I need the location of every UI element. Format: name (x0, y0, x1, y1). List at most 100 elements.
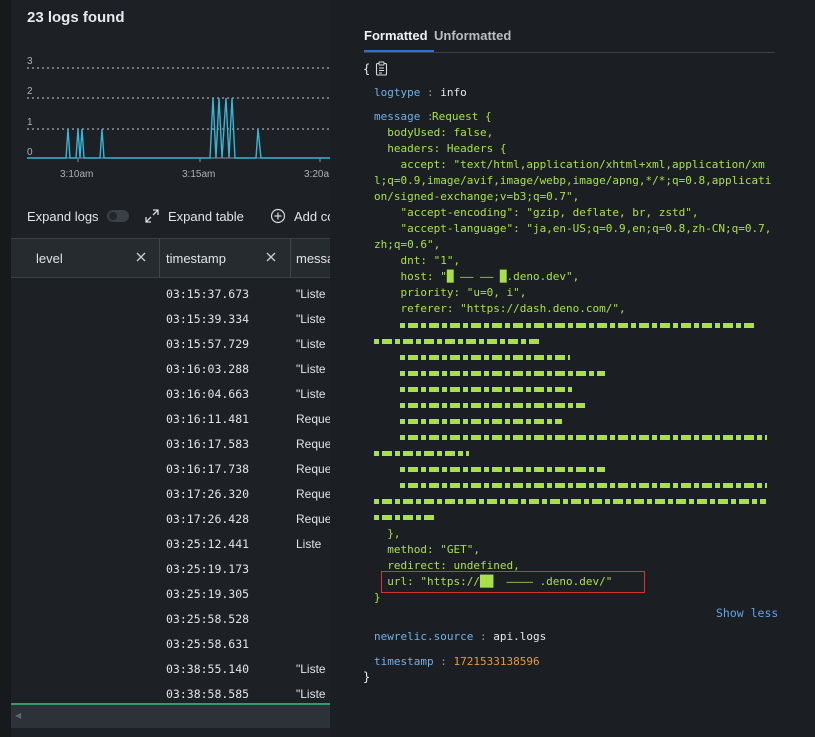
redacted-header (400, 419, 562, 424)
logtype-key: logtype (374, 86, 421, 99)
column-header-label: level (36, 250, 63, 266)
table-row[interactable]: 03:25:58.528 (11, 607, 330, 632)
url-highlight-box (381, 571, 645, 593)
message-cell: Reque (296, 462, 330, 476)
add-column-label: Add co (294, 208, 330, 224)
redacted-header (400, 467, 605, 472)
timestamp-cell: 03:15:57.729 (166, 337, 250, 351)
logs-count-title: 23 logs found (27, 9, 125, 26)
message-line: accept: "text/html,application/xhtml+xml… (374, 158, 765, 171)
redacted-header (374, 515, 434, 520)
expand-logs-label: Expand logs (27, 208, 99, 224)
message-cell: Reque (296, 437, 330, 451)
message-line: headers: Headers { (374, 142, 507, 155)
table-row[interactable]: 03:16:17.583 Reque (11, 432, 330, 457)
message-line: on/signed-exchange;v=b3;q=0.7", (374, 190, 580, 203)
timestamp-field: timestamp : 1721533138596 (374, 655, 540, 668)
timestamp-cell: 03:25:19.305 (166, 587, 250, 601)
plus-circle-icon (270, 208, 286, 224)
message-line: "accept-language": "ja,en-US;q=0.9,en;q=… (374, 222, 772, 235)
table-header: level timestamp messa (11, 238, 330, 278)
table-row[interactable]: 03:15:57.729 "Liste (11, 332, 330, 357)
table-row[interactable]: 03:16:17.738 Reque (11, 457, 330, 482)
table-row[interactable]: 03:25:19.173 (11, 557, 330, 582)
table-row[interactable]: 03:17:26.320 Reque (11, 482, 330, 507)
scroll-left-icon[interactable]: ◀ (15, 711, 21, 720)
table-row[interactable]: 03:25:12.441 Liste (11, 532, 330, 557)
message-line: l;q=0.9,image/avif,image/webp,image/apng… (374, 174, 772, 187)
timestamp-cell: 03:25:58.631 (166, 637, 250, 651)
log-detail-panel: Formatted Unformatted { logtype : info m… (330, 0, 815, 737)
show-less-link[interactable]: Show less (716, 606, 778, 620)
redacted-header (400, 355, 570, 360)
message-line: }, (374, 527, 401, 540)
horizontal-scrollbar[interactable]: ◀ (11, 703, 330, 728)
timestamp-cell: 03:17:26.428 (166, 512, 250, 526)
expand-table-button[interactable]: Expand table (144, 204, 244, 228)
message-line: method: "GET", (374, 543, 480, 556)
table-row[interactable]: 03:17:26.428 Reque (11, 507, 330, 532)
expand-logs-toggle[interactable]: Expand logs (27, 204, 129, 228)
redacted-header (400, 435, 767, 440)
message-cell: "Liste (296, 337, 326, 351)
message-line: bodyUsed: false, (374, 126, 494, 139)
message-cell: "Liste (296, 687, 326, 701)
column-header-timestamp[interactable]: timestamp (166, 239, 226, 277)
message-line: priority: "u=0, i", (374, 286, 527, 299)
toggle-switch[interactable] (106, 210, 129, 222)
window-edge (0, 0, 11, 737)
remove-column-level-icon[interactable] (133, 249, 149, 265)
timestamp-cell: 03:25:19.173 (166, 562, 250, 576)
message-cell: "Liste (296, 387, 326, 401)
message-line: "accept-encoding": "gzip, deflate, br, z… (374, 206, 699, 219)
table-row[interactable]: 03:25:58.631 (11, 632, 330, 657)
logs-table: level timestamp messa 03:15:37.673 "Liste… (11, 238, 330, 703)
column-divider[interactable] (159, 239, 160, 277)
y-tick-0: 0 (27, 147, 33, 158)
timestamp-key: timestamp (374, 655, 434, 668)
chart-svg: 3 2 1 0 3:10am 3:15am 3:20a (27, 56, 330, 180)
timestamp-cell: 03:16:17.583 (166, 437, 250, 451)
message-key: message (374, 110, 421, 123)
redacted-header (400, 483, 767, 488)
table-row[interactable]: 03:16:04.663 "Liste (11, 382, 330, 407)
y-tick-3: 3 (27, 56, 33, 67)
timestamp-cell: 03:25:58.528 (166, 612, 250, 626)
expand-table-label: Expand table (168, 208, 244, 224)
y-tick-2: 2 (27, 86, 33, 97)
table-body: 03:15:37.673 "Liste 03:15:39.334 "Liste 03… (11, 282, 330, 707)
add-column-button[interactable]: Add co (270, 204, 330, 228)
message-key-line: message : (374, 110, 434, 123)
redacted-header (400, 371, 605, 376)
redacted-header (374, 499, 766, 504)
table-row[interactable]: 03:25:19.305 (11, 582, 330, 607)
redacted-header (374, 451, 469, 456)
source-value: api.logs (493, 630, 547, 643)
message-cell: Liste (296, 537, 322, 551)
table-row[interactable]: 03:15:39.334 "Liste (11, 307, 330, 332)
timestamp-cell: 03:15:39.334 (166, 312, 250, 326)
logs-histogram-chart[interactable]: 3 2 1 0 3:10am 3:15am 3:20a (11, 50, 330, 185)
expand-icon (145, 209, 159, 223)
clipboard-icon[interactable] (375, 61, 388, 76)
message-cell: "Liste (296, 312, 326, 326)
timestamp-cell: 03:15:37.673 (166, 287, 250, 301)
table-row[interactable]: 03:15:37.673 "Liste (11, 282, 330, 307)
message-line: zh;q=0.6", (374, 238, 441, 251)
table-row[interactable]: 03:16:03.288 "Liste (11, 357, 330, 382)
remove-column-timestamp-icon[interactable] (263, 249, 279, 265)
colon: : (440, 655, 447, 668)
column-divider[interactable] (290, 239, 291, 277)
timestamp-cell: 03:25:12.441 (166, 537, 250, 551)
column-header-label: timestamp (166, 250, 226, 266)
table-row[interactable]: 03:16:11.481 Reque (11, 407, 330, 432)
timestamp-cell: 03:16:04.663 (166, 387, 250, 401)
column-header-level[interactable]: level (36, 239, 63, 277)
logs-panel: 23 logs found 3 2 1 0 3:10am 3:15am 3:20… (11, 0, 330, 737)
table-row[interactable]: 03:38:55.140 "Liste (11, 657, 330, 682)
timestamp-value: 1721533138596 (453, 655, 540, 668)
column-header-message[interactable]: messa (296, 239, 330, 277)
table-toolbar: Expand logs Expand table Add co (11, 204, 330, 228)
timestamp-cell: 03:38:58.585 (166, 687, 250, 701)
series-line (27, 97, 330, 159)
